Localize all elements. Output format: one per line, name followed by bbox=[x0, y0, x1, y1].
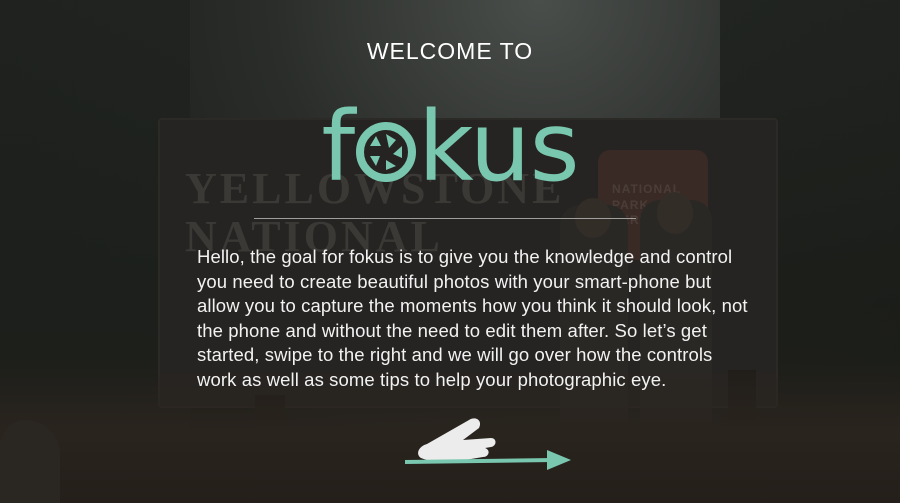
divider bbox=[254, 218, 636, 219]
aperture-icon bbox=[356, 94, 417, 182]
app-logo: f kus bbox=[0, 92, 900, 202]
intro-text: Hello, the goal for fokus is to give you… bbox=[197, 246, 748, 390]
swipe-right-hand-icon[interactable] bbox=[405, 400, 575, 475]
logo-letters-kus: kus bbox=[418, 91, 579, 203]
welcome-screen[interactable]: WELCOME TO f kus Hello, the goal for fok… bbox=[0, 0, 900, 503]
logo-letter-f: f bbox=[321, 91, 355, 203]
welcome-title: WELCOME TO bbox=[366, 38, 534, 64]
